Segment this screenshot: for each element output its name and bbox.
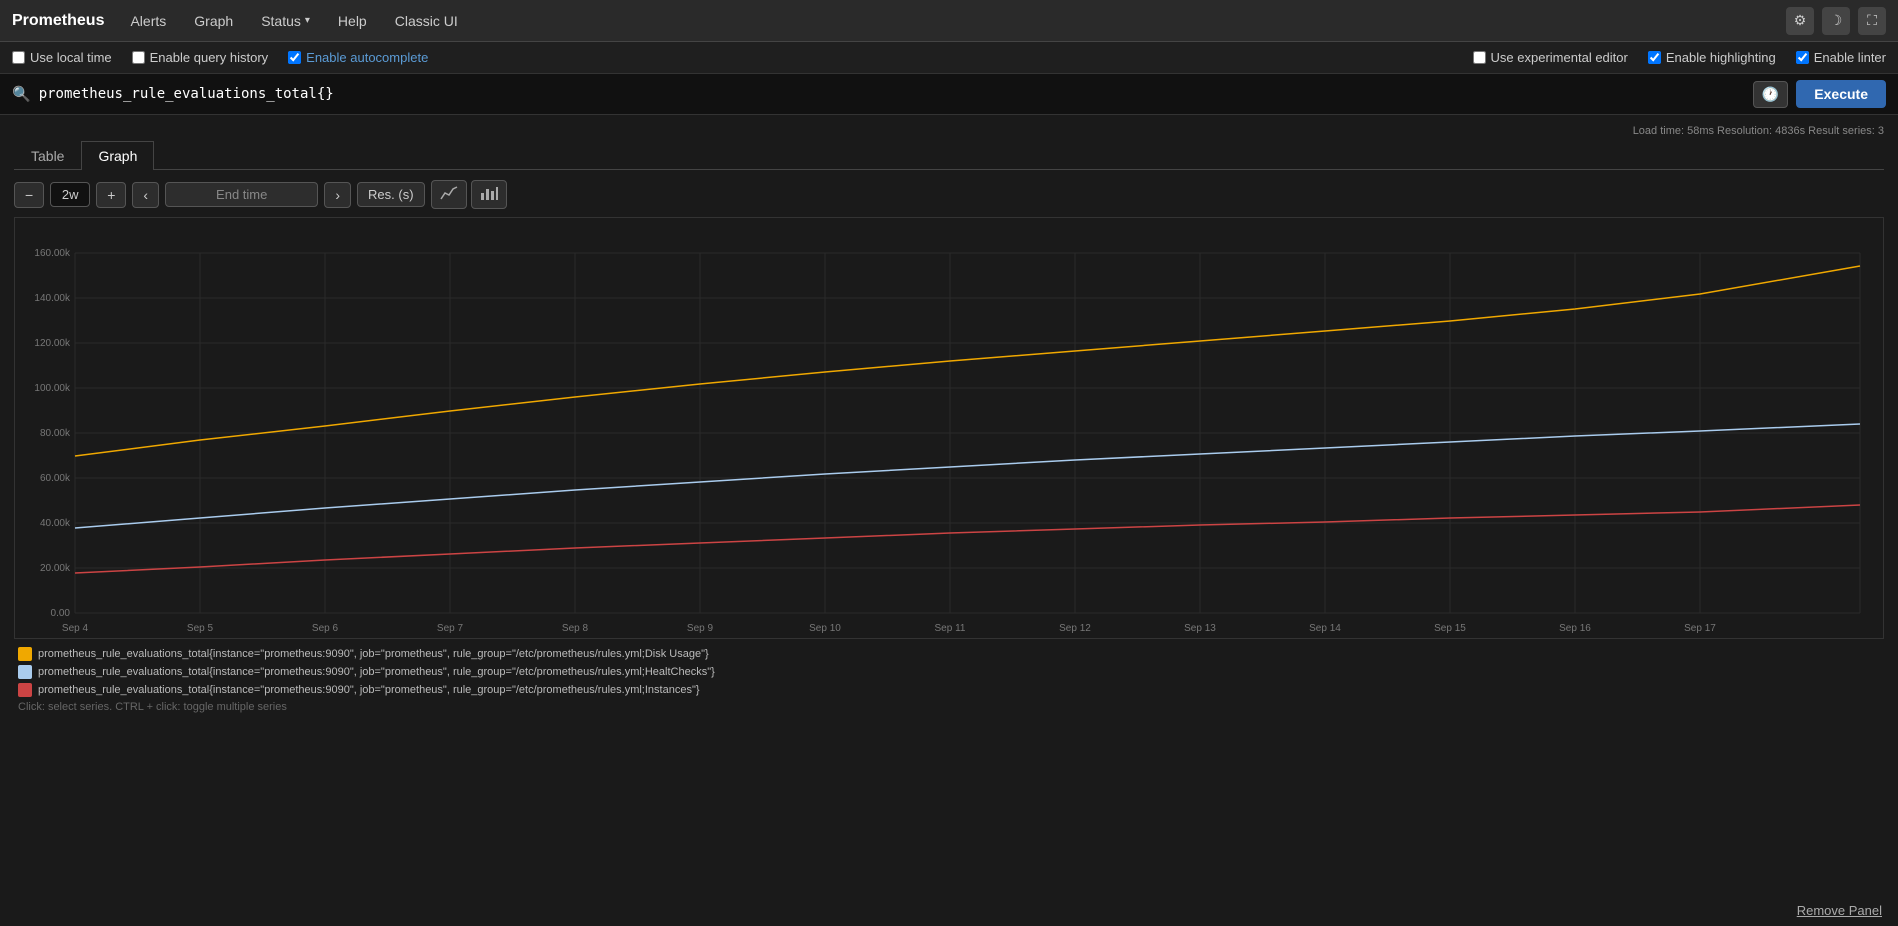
svg-text:100.00k: 100.00k: [34, 383, 71, 394]
svg-text:Sep 16: Sep 16: [1559, 623, 1591, 634]
nav-alerts[interactable]: Alerts: [124, 9, 172, 33]
legend-color-3: [18, 683, 32, 697]
svg-text:0.00: 0.00: [51, 608, 71, 619]
settings-icon[interactable]: ⚙: [1786, 7, 1814, 35]
stacked-buttons: [431, 180, 507, 209]
svg-text:Sep 4: Sep 4: [62, 623, 89, 634]
enable-autocomplete-checkbox[interactable]: [288, 51, 301, 64]
svg-text:Sep 5: Sep 5: [187, 623, 214, 634]
enable-linter-option[interactable]: Enable linter: [1796, 50, 1886, 65]
svg-text:80.00k: 80.00k: [40, 428, 71, 439]
bar-chart-icon: [480, 185, 498, 201]
svg-text:120.00k: 120.00k: [34, 338, 71, 349]
use-experimental-editor-option[interactable]: Use experimental editor: [1473, 50, 1628, 65]
graph-toolbar: − + ‹ End time › Res. (s): [14, 180, 1884, 209]
execute-button[interactable]: Execute: [1796, 80, 1886, 108]
chart-svg: 0.00 20.00k 40.00k 60.00k 80.00k 100.00k…: [15, 218, 1875, 638]
time-picker-icon[interactable]: 🕐: [1753, 81, 1788, 108]
svg-text:20.00k: 20.00k: [40, 563, 71, 574]
resolution-button[interactable]: Res. (s): [357, 182, 425, 207]
legend: prometheus_rule_evaluations_total{instan…: [14, 639, 1884, 721]
svg-text:Sep 11: Sep 11: [935, 623, 966, 634]
zoom-in-button[interactable]: +: [96, 182, 126, 208]
enable-highlighting-checkbox[interactable]: [1648, 51, 1661, 64]
nav-classic-ui[interactable]: Classic UI: [389, 9, 464, 33]
end-time-button[interactable]: End time: [165, 182, 318, 207]
tab-table[interactable]: Table: [14, 141, 81, 170]
options-bar: Use local time Enable query history Enab…: [0, 42, 1898, 74]
options-right: Use experimental editor Enable highlight…: [1473, 50, 1886, 65]
svg-text:Sep 7: Sep 7: [437, 623, 464, 634]
duration-input[interactable]: [50, 182, 90, 207]
search-bar: 🔍 🕐 Execute: [0, 74, 1898, 115]
content: Load time: 58ms Resolution: 4836s Result…: [0, 115, 1898, 731]
enable-query-history-option[interactable]: Enable query history: [132, 50, 269, 65]
legend-item-1[interactable]: prometheus_rule_evaluations_total{instan…: [18, 647, 1880, 661]
navbar: Prometheus Alerts Graph Status ▾ Help Cl…: [0, 0, 1898, 42]
svg-text:Sep 14: Sep 14: [1309, 623, 1341, 634]
enable-highlighting-option[interactable]: Enable highlighting: [1648, 50, 1776, 65]
legend-label-1: prometheus_rule_evaluations_total{instan…: [38, 648, 709, 660]
svg-text:Sep 8: Sep 8: [562, 623, 589, 634]
svg-text:Sep 15: Sep 15: [1434, 623, 1466, 634]
tab-graph[interactable]: Graph: [81, 141, 154, 170]
svg-text:60.00k: 60.00k: [40, 473, 71, 484]
svg-text:40.00k: 40.00k: [40, 518, 71, 529]
enable-linter-checkbox[interactable]: [1796, 51, 1809, 64]
graph-area: 0.00 20.00k 40.00k 60.00k 80.00k 100.00k…: [14, 217, 1884, 639]
line-chart-icon: [440, 185, 458, 201]
legend-hint: Click: select series. CTRL + click: togg…: [18, 701, 1880, 713]
legend-item-2[interactable]: prometheus_rule_evaluations_total{instan…: [18, 665, 1880, 679]
load-info: Load time: 58ms Resolution: 4836s Result…: [14, 125, 1884, 137]
legend-color-2: [18, 665, 32, 679]
search-icon: 🔍: [12, 85, 31, 103]
app-brand: Prometheus: [12, 12, 104, 30]
svg-text:Sep 6: Sep 6: [312, 623, 339, 634]
svg-text:Sep 10: Sep 10: [809, 623, 841, 634]
query-input[interactable]: [39, 86, 1745, 102]
svg-text:Sep 12: Sep 12: [1059, 623, 1091, 634]
prev-time-button[interactable]: ‹: [132, 182, 159, 208]
bar-chart-button[interactable]: [471, 180, 507, 209]
svg-text:Sep 13: Sep 13: [1184, 623, 1216, 634]
svg-text:Sep 17: Sep 17: [1684, 623, 1716, 634]
legend-color-1: [18, 647, 32, 661]
next-time-button[interactable]: ›: [324, 182, 351, 208]
theme-icon[interactable]: ☽: [1822, 7, 1850, 35]
expand-icon[interactable]: ⛶: [1858, 7, 1886, 35]
svg-text:140.00k: 140.00k: [34, 293, 71, 304]
svg-text:160.00k: 160.00k: [34, 248, 71, 259]
tabs: Table Graph: [14, 141, 1884, 170]
navbar-icons: ⚙ ☽ ⛶: [1786, 7, 1886, 35]
use-local-time-checkbox[interactable]: [12, 51, 25, 64]
legend-label-2: prometheus_rule_evaluations_total{instan…: [38, 666, 715, 678]
zoom-out-button[interactable]: −: [14, 182, 44, 208]
use-experimental-editor-checkbox[interactable]: [1473, 51, 1486, 64]
bottom-bar: Remove Panel: [1781, 895, 1898, 926]
nav-status[interactable]: Status ▾: [255, 9, 316, 33]
search-right: 🕐 Execute: [1753, 80, 1886, 108]
legend-label-3: prometheus_rule_evaluations_total{instan…: [38, 684, 700, 696]
line-chart-button[interactable]: [431, 180, 467, 209]
legend-item-3[interactable]: prometheus_rule_evaluations_total{instan…: [18, 683, 1880, 697]
nav-graph[interactable]: Graph: [188, 9, 239, 33]
svg-text:Sep 9: Sep 9: [687, 623, 714, 634]
remove-panel-button[interactable]: Remove Panel: [1797, 903, 1882, 918]
enable-query-history-checkbox[interactable]: [132, 51, 145, 64]
enable-autocomplete-option[interactable]: Enable autocomplete: [288, 50, 428, 65]
nav-help[interactable]: Help: [332, 9, 373, 33]
use-local-time-option[interactable]: Use local time: [12, 50, 112, 65]
status-dropdown-arrow: ▾: [305, 15, 310, 26]
